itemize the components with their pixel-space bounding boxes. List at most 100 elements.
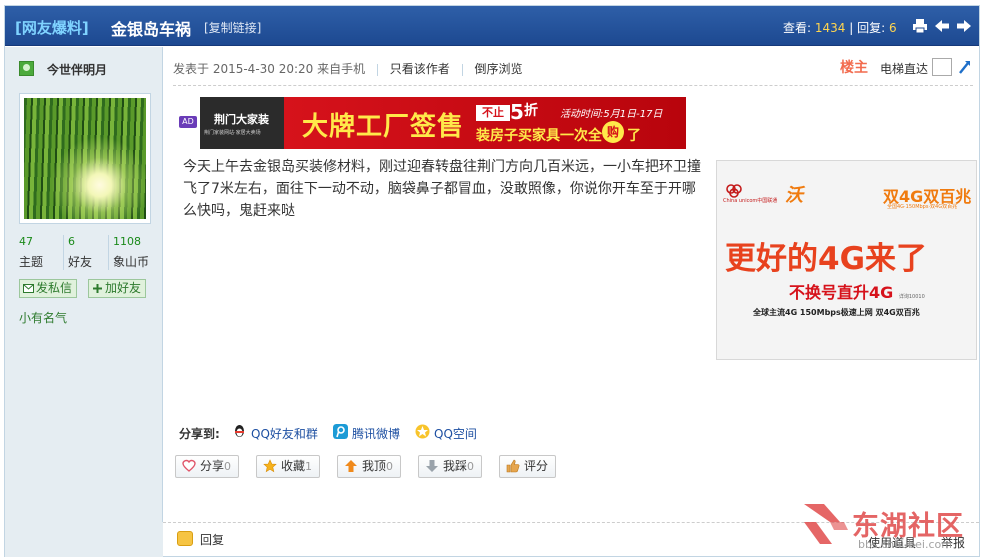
qq-penguin-icon (235, 425, 244, 437)
only-author-link[interactable]: 只看该作者 (390, 62, 450, 76)
ad-banner[interactable]: 荆门大家装 荆门家装网站·家居大卖场 大牌工厂签售 不止 5 折 活动时间:5月… (200, 97, 686, 149)
reply-button[interactable]: 回复 (177, 531, 224, 548)
post-time: 发表于 2015-4-30 20:20 来自手机 (173, 62, 366, 76)
stat-label: 好友 (68, 255, 93, 269)
meta-divider-line (173, 85, 973, 86)
downvote-count: 0 (467, 460, 475, 473)
thread-header: [网友爆料] 金银岛车祸 [复制链接] 查看: 1434 | 回复: 6 (5, 6, 979, 46)
avatar-image (24, 98, 146, 219)
author-name[interactable]: 今世伴明月 (47, 61, 107, 78)
watermark-url: bbs.cnhubei.com (858, 538, 952, 551)
meta-divider (461, 63, 463, 76)
upvote-button-label: 我顶 (362, 459, 387, 473)
replies-label: 回复: (857, 21, 886, 35)
rate-button-label: 评分 (524, 459, 549, 473)
author-stat-threads[interactable]: 47 主题 (19, 235, 63, 270)
share-qzone[interactable]: QQ空间 (415, 424, 477, 442)
unicom-subline-small: 详询10010 (898, 294, 925, 300)
stats-separator: | (849, 21, 858, 35)
unicom-ad[interactable]: China unicom中国联通 沃 双4G双百兆 全国4G·150Mbps·双… (716, 160, 977, 360)
favorite-button[interactable]: 收藏1 (256, 455, 321, 478)
add-friend-button[interactable]: 加好友 (88, 279, 147, 298)
ad-five: 5 (510, 100, 524, 124)
ad-brand: 荆门大家装 荆门家装网站·家居大卖场 (200, 97, 284, 149)
share-qq-friends[interactable]: QQ好友和群 (232, 425, 318, 442)
star-icon (263, 459, 277, 473)
reply-label: 回复 (200, 533, 225, 547)
online-status-icon (19, 61, 34, 76)
watermark-logo-icon (804, 504, 848, 544)
stat-number: 1108 (113, 235, 141, 248)
send-pm-button[interactable]: 发私信 (19, 279, 78, 298)
qzone-star-icon (415, 424, 430, 439)
share-label: 分享到: (179, 427, 220, 441)
unicom-logo-name: China unicom中国联通 (723, 198, 778, 204)
ad-gou: 购 (602, 121, 624, 143)
arrow-up-icon (345, 460, 357, 472)
arrow-left-icon[interactable] (934, 18, 950, 34)
thread-stats: 查看: 1434 | 回复: 6 (783, 19, 897, 36)
share-button-label: 分享 (200, 459, 225, 473)
share-tencent-weibo[interactable]: 腾讯微博 (333, 424, 401, 442)
heart-icon (182, 459, 196, 472)
ad-brand-sub: 荆门家装网站·家居大卖场 (204, 130, 261, 136)
site-watermark: 东湖社区 bbs.cnhubei.com (800, 500, 984, 559)
unicom-double-tiny: 全国4G·150Mbps·双4G双百兆 (887, 204, 958, 210)
reverse-order-link[interactable]: 倒序浏览 (474, 62, 522, 76)
downvote-button[interactable]: 我踩0 (418, 455, 483, 478)
arrow-right-icon[interactable] (956, 18, 972, 34)
share-tencent-weibo-label: 腾讯微博 (352, 427, 401, 441)
copy-link-button[interactable]: [复制链接] (204, 19, 261, 36)
unicom-wo: 沃 (785, 185, 803, 206)
reply-icon (177, 531, 193, 546)
floor-label: 楼主 (840, 60, 868, 76)
author-stat-coins[interactable]: 1108 象山币 (108, 235, 158, 270)
post-body: 今天上午去金银岛买装修材料，刚过迎春转盘往荆门方向几百米远，一小车把环卫撞飞了7… (183, 159, 701, 219)
ad-le: 了 (627, 128, 641, 144)
upvote-button[interactable]: 我顶0 (337, 455, 402, 478)
send-pm-label: 发私信 (36, 281, 73, 295)
upvote-count: 0 (386, 460, 394, 473)
rate-button[interactable]: 评分 (499, 455, 557, 478)
unicom-subline: 不换号直升4G 详询10010 (789, 279, 925, 303)
ad-zhe: 折 (524, 103, 538, 119)
floor-jump-label: 电梯直达 (880, 62, 929, 76)
share-qzone-label: QQ空间 (434, 427, 477, 441)
favorite-count: 1 (305, 460, 313, 473)
post-container: [网友爆料] 金银岛车祸 [复制链接] 查看: 1434 | 回复: 6 今世伴… (4, 5, 980, 557)
user-rank[interactable]: 小有名气 (19, 309, 67, 326)
views-count: 1434 (814, 21, 846, 35)
ad-not-only: 不止 (476, 105, 510, 121)
share-count: 0 (224, 460, 232, 473)
floor-jump-input[interactable] (932, 58, 952, 76)
thread-title: 金银岛车祸 (111, 20, 192, 39)
unicom-headline: 更好的4G来了 (725, 241, 928, 277)
arrow-down-icon (426, 460, 438, 472)
ad-brand-name: 荆门大家装 (214, 113, 269, 126)
meta-divider (376, 63, 378, 76)
thread-category[interactable]: [网友爆料] (15, 17, 89, 38)
author-sidebar: 今世伴明月 47 主题 6 好友 1108 象山币 发私信 加好友 小有名气 (5, 47, 163, 557)
ad-tag: AD (179, 116, 197, 128)
ad-activity-time: 活动时间:5月1日-17日 (560, 109, 663, 120)
views-label: 查看: (783, 21, 812, 35)
ad-headline: 大牌工厂签售 (302, 112, 465, 142)
downvote-button-label: 我踩 (443, 459, 468, 473)
replies-count: 6 (888, 21, 897, 35)
unicom-subline-text: 不换号直升4G (789, 283, 894, 302)
unicom-features: 全球主流4G 150Mbps极速上网 双4G双百兆 (753, 308, 920, 317)
post-meta: 发表于 2015-4-30 20:20 来自手机 只看该作者 倒序浏览 (173, 60, 522, 77)
tencent-weibo-icon (333, 424, 348, 439)
author-stat-friends[interactable]: 6 好友 (63, 235, 107, 270)
thumbs-up-icon (506, 459, 520, 473)
add-friend-label: 加好友 (105, 281, 142, 295)
go-arrow-icon[interactable] (958, 59, 972, 75)
stat-number: 47 (19, 235, 33, 248)
favorite-button-label: 收藏 (281, 459, 306, 473)
stat-number: 6 (68, 235, 75, 248)
avatar[interactable] (19, 93, 151, 224)
ad-red-area: 大牌工厂签售 不止 5 折 活动时间:5月1日-17日 装房子买家具一次全 购 … (284, 97, 686, 149)
share-button[interactable]: 分享0 (175, 455, 240, 478)
print-icon[interactable] (912, 18, 928, 34)
sidebar-bottom (5, 522, 163, 557)
